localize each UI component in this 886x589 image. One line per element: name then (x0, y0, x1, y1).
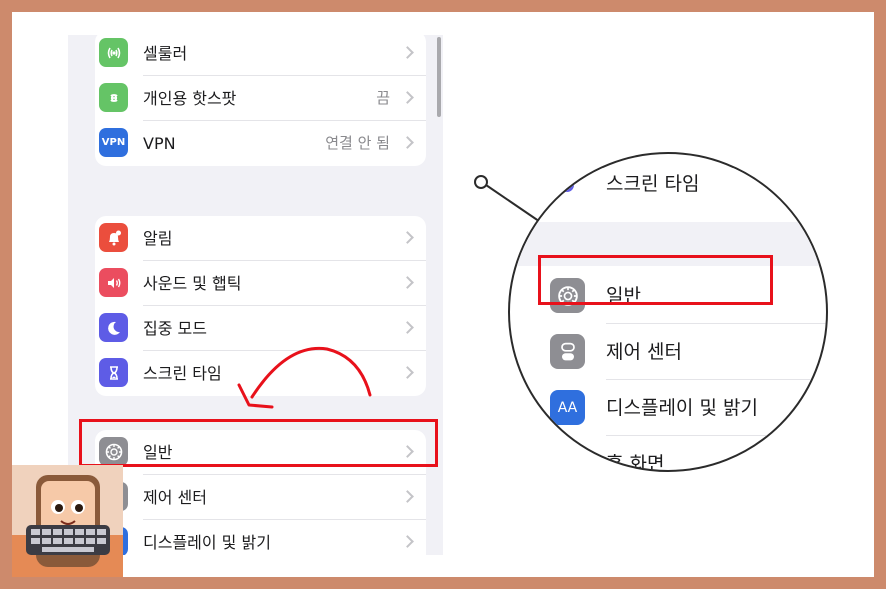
row-label: 개인용 핫스팟 (143, 89, 237, 108)
chevron-right-icon (401, 490, 414, 503)
vpn-icon: VPN (99, 128, 128, 157)
row-label: 알림 (143, 229, 173, 248)
chevron-right-icon (401, 231, 414, 244)
cellular-icon (99, 38, 128, 67)
hotspot-icon (99, 83, 128, 112)
control-center-icon (550, 334, 585, 369)
canvas: 셀룰러 개인용 핫스팟 끔 VPN VPN 연결 안 됨 알림 사운드 및 햅틱… (12, 12, 874, 577)
chevron-right-icon (401, 535, 414, 548)
magnifier-label: 스크린 타임 (606, 173, 700, 195)
row-detail: 연결 안 됨 (325, 134, 390, 152)
settings-row-notifications[interactable]: 알림 (95, 216, 426, 261)
magnifier-label: 홈 화면 (606, 453, 665, 472)
chevron-right-icon (401, 91, 414, 104)
magnifier-row-home-screen: 홈 화면 (510, 436, 826, 472)
settings-row-vpn[interactable]: VPN VPN 연결 안 됨 (95, 121, 426, 166)
scrollbar[interactable] (437, 37, 441, 117)
settings-row-cellular[interactable]: 셀룰러 (95, 35, 426, 76)
row-label: 집중 모드 (143, 319, 207, 338)
row-label: 스크린 타임 (143, 364, 222, 383)
red-arrow-annotation (237, 346, 372, 409)
sound-icon (99, 268, 128, 297)
magnifier-row-display: AA 디스플레이 및 밝기 (510, 380, 826, 436)
row-label: 제어 센터 (143, 488, 207, 507)
magnifier-general-highlight (538, 255, 773, 305)
magnifier-row-screen-time: 스크린 타임 (510, 162, 826, 224)
magnifier-row-control-center: 제어 센터 (510, 324, 826, 380)
row-label: VPN (143, 134, 176, 153)
focus-moon-icon (99, 313, 128, 342)
row-label: 셀룰러 (143, 44, 188, 63)
chevron-right-icon (401, 136, 414, 149)
row-label: 사운드 및 햅틱 (143, 274, 242, 293)
settings-row-hotspot[interactable]: 개인용 핫스팟 끔 (95, 76, 426, 121)
mascot-image (12, 465, 123, 577)
notifications-icon (99, 223, 128, 252)
settings-group-connectivity: 셀룰러 개인용 핫스팟 끔 VPN VPN 연결 안 됨 (95, 35, 426, 166)
chevron-right-icon (401, 366, 414, 379)
row-label: 디스플레이 및 밝기 (143, 533, 271, 552)
settings-row-display[interactable]: AA 디스플레이 및 밝기 (95, 520, 426, 555)
chevron-right-icon (401, 276, 414, 289)
chevron-right-icon (401, 321, 414, 334)
settings-row-control-center[interactable]: 제어 센터 (95, 475, 426, 520)
settings-list: 셀룰러 개인용 핫스팟 끔 VPN VPN 연결 안 됨 알림 사운드 및 햅틱… (68, 35, 443, 555)
settings-row-sound[interactable]: 사운드 및 햅틱 (95, 261, 426, 306)
hourglass-icon (99, 358, 128, 387)
magnifier-label: 제어 센터 (606, 341, 682, 363)
hourglass-icon (544, 162, 574, 192)
vpn-icon-text: VPN (101, 137, 126, 148)
display-icon: AA (550, 390, 585, 425)
magnifier: 스크린 타임 일반 제어 센터 AA 디스플레이 및 밝기 홈 화면 (508, 152, 828, 472)
row-detail: 끔 (376, 89, 390, 107)
magnifier-label: 디스플레이 및 밝기 (606, 397, 758, 419)
general-row-highlight (79, 419, 438, 467)
chevron-right-icon (401, 46, 414, 59)
display-icon-text: AA (557, 399, 578, 416)
